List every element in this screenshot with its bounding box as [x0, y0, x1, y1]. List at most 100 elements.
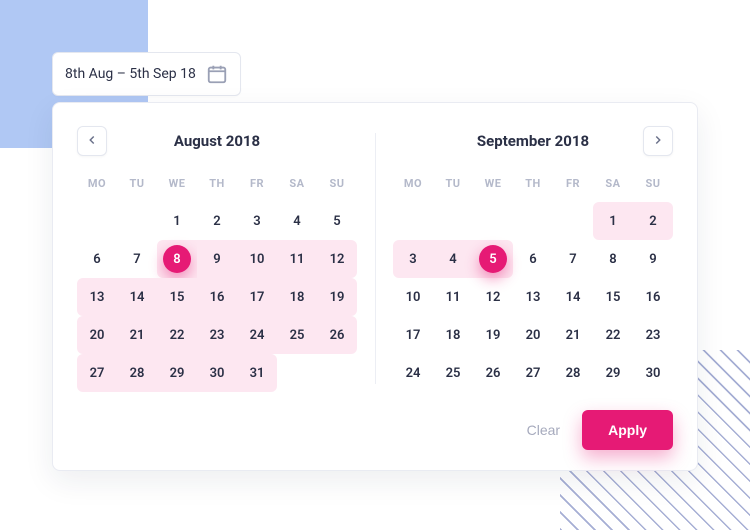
month-left: August 2018 MOTUWETHFRSASU12345678910111…: [77, 125, 375, 392]
day-cell[interactable]: 9: [197, 240, 237, 278]
day-cell[interactable]: 29: [593, 354, 633, 392]
day-cell[interactable]: 6: [513, 240, 553, 278]
weekday-label: MO: [77, 171, 117, 202]
day-cell[interactable]: 26: [473, 354, 513, 392]
date-range-panel: August 2018 MOTUWETHFRSASU12345678910111…: [52, 102, 698, 471]
weekday-label: SU: [317, 171, 357, 202]
day-cell[interactable]: 7: [553, 240, 593, 278]
day-endpoint[interactable]: 8: [157, 240, 197, 278]
weekday-label: WE: [473, 171, 513, 202]
day-cell[interactable]: 2: [197, 202, 237, 240]
chevron-right-icon: [651, 132, 665, 151]
day-cell[interactable]: 13: [513, 278, 553, 316]
day-cell[interactable]: 4: [433, 240, 473, 278]
day-cell[interactable]: 4: [277, 202, 317, 240]
day-cell[interactable]: 19: [317, 278, 357, 316]
date-range-input[interactable]: 8th Aug – 5th Sep 18: [52, 52, 241, 96]
day-selected-bubble: 5: [479, 245, 507, 273]
day-cell[interactable]: 25: [277, 316, 317, 354]
day-cell[interactable]: 12: [473, 278, 513, 316]
weekday-label: SU: [633, 171, 673, 202]
day-empty: [277, 354, 317, 392]
day-cell[interactable]: 27: [77, 354, 117, 392]
day-cell[interactable]: 16: [197, 278, 237, 316]
clear-button[interactable]: Clear: [527, 422, 560, 438]
day-cell[interactable]: 17: [393, 316, 433, 354]
day-cell[interactable]: 7: [117, 240, 157, 278]
day-cell[interactable]: 30: [197, 354, 237, 392]
day-empty: [553, 202, 593, 240]
day-cell[interactable]: 6: [77, 240, 117, 278]
day-empty: [433, 202, 473, 240]
weekday-label: SA: [593, 171, 633, 202]
day-cell[interactable]: 10: [393, 278, 433, 316]
day-cell[interactable]: 18: [277, 278, 317, 316]
day-cell[interactable]: 20: [77, 316, 117, 354]
day-cell[interactable]: 21: [117, 316, 157, 354]
day-selected-bubble: 8: [163, 245, 191, 273]
weekday-label: TH: [513, 171, 553, 202]
month-right: September 2018 MOTUWETHFRSASU12345678910…: [375, 125, 673, 392]
day-cell[interactable]: 13: [77, 278, 117, 316]
date-range-value: 8th Aug – 5th Sep 18: [65, 66, 196, 82]
day-cell[interactable]: 3: [237, 202, 277, 240]
month-right-grid: MOTUWETHFRSASU12345678910111213141516171…: [393, 171, 673, 392]
day-cell[interactable]: 1: [157, 202, 197, 240]
day-cell[interactable]: 5: [317, 202, 357, 240]
day-cell[interactable]: 8: [593, 240, 633, 278]
day-empty: [473, 202, 513, 240]
weekday-label: TU: [433, 171, 473, 202]
prev-month-button[interactable]: [77, 126, 107, 156]
day-empty: [117, 202, 157, 240]
weekday-label: WE: [157, 171, 197, 202]
day-cell[interactable]: 29: [157, 354, 197, 392]
panel-actions: Clear Apply: [77, 410, 673, 450]
day-cell[interactable]: 25: [433, 354, 473, 392]
day-cell[interactable]: 1: [593, 202, 633, 240]
day-cell[interactable]: 22: [593, 316, 633, 354]
day-cell[interactable]: 11: [277, 240, 317, 278]
day-endpoint[interactable]: 5: [473, 240, 513, 278]
day-cell[interactable]: 22: [157, 316, 197, 354]
day-cell[interactable]: 31: [237, 354, 277, 392]
day-cell[interactable]: 26: [317, 316, 357, 354]
weekday-label: FR: [553, 171, 593, 202]
month-right-title: September 2018: [477, 132, 589, 150]
day-cell[interactable]: 24: [393, 354, 433, 392]
next-month-button[interactable]: [643, 126, 673, 156]
weekday-label: TU: [117, 171, 157, 202]
day-cell[interactable]: 9: [633, 240, 673, 278]
day-cell[interactable]: 11: [433, 278, 473, 316]
day-cell[interactable]: 14: [553, 278, 593, 316]
chevron-left-icon: [85, 132, 99, 151]
weekday-label: TH: [197, 171, 237, 202]
day-cell[interactable]: 15: [593, 278, 633, 316]
day-cell[interactable]: 20: [513, 316, 553, 354]
day-cell[interactable]: 3: [393, 240, 433, 278]
day-cell[interactable]: 24: [237, 316, 277, 354]
day-empty: [513, 202, 553, 240]
day-cell[interactable]: 23: [633, 316, 673, 354]
apply-button[interactable]: Apply: [582, 410, 673, 450]
day-cell[interactable]: 16: [633, 278, 673, 316]
day-cell[interactable]: 28: [553, 354, 593, 392]
day-cell[interactable]: 19: [473, 316, 513, 354]
day-cell[interactable]: 30: [633, 354, 673, 392]
month-left-grid: MOTUWETHFRSASU12345678910111213141516171…: [77, 171, 357, 392]
day-cell[interactable]: 15: [157, 278, 197, 316]
day-cell[interactable]: 2: [633, 202, 673, 240]
day-cell[interactable]: 27: [513, 354, 553, 392]
day-cell[interactable]: 10: [237, 240, 277, 278]
day-cell[interactable]: 23: [197, 316, 237, 354]
day-cell[interactable]: 28: [117, 354, 157, 392]
day-empty: [77, 202, 117, 240]
day-cell[interactable]: 21: [553, 316, 593, 354]
calendar-icon: [206, 63, 228, 85]
day-cell[interactable]: 12: [317, 240, 357, 278]
day-cell[interactable]: 18: [433, 316, 473, 354]
months-container: August 2018 MOTUWETHFRSASU12345678910111…: [77, 125, 673, 392]
day-cell[interactable]: 17: [237, 278, 277, 316]
weekday-label: SA: [277, 171, 317, 202]
weekday-label: FR: [237, 171, 277, 202]
day-cell[interactable]: 14: [117, 278, 157, 316]
